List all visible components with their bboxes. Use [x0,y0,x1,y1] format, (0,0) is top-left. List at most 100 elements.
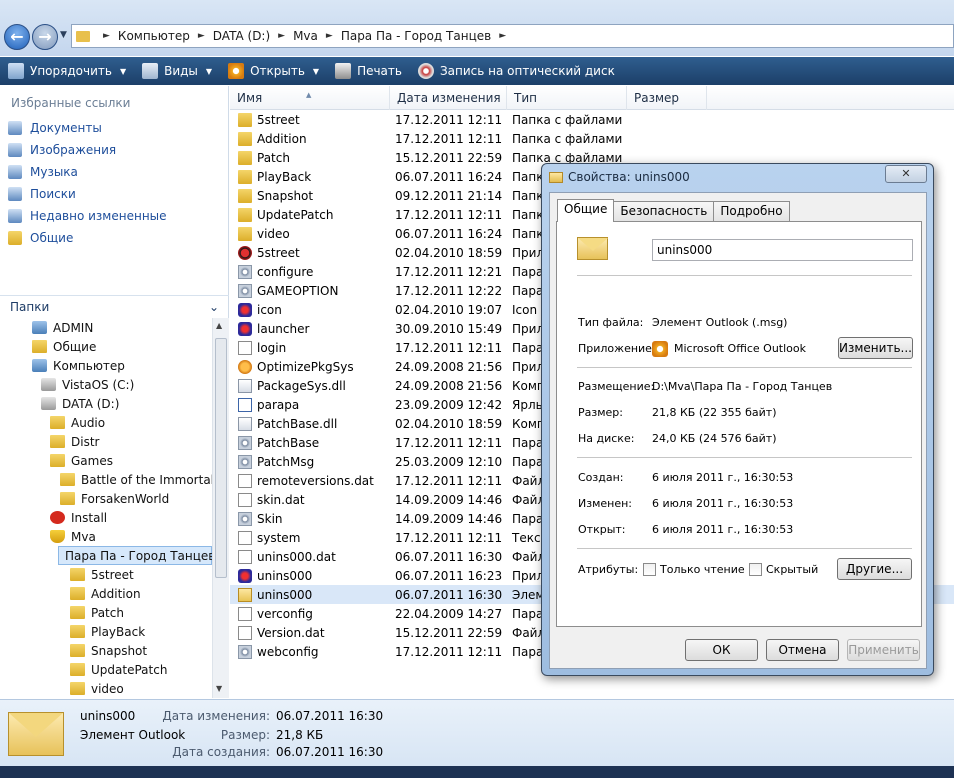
crumb-drive[interactable]: DATA (D:) [210,29,273,43]
crumb-mva[interactable]: Mva [290,29,321,43]
scroll-thumb[interactable] [215,338,227,578]
folder-icon [70,625,85,638]
history-dropdown-icon[interactable]: ▼ [60,30,67,40]
tree-item[interactable]: Install [50,508,107,527]
col-date[interactable]: Дата изменения [390,86,507,110]
hidden-checkbox[interactable] [749,563,762,576]
organize-button[interactable]: Упорядочить ▼ [0,57,134,85]
fav-documents[interactable]: Документы [8,118,102,138]
tree-item[interactable]: Snapshot [70,641,147,660]
file-name: skin.dat [257,492,305,507]
file-name: unins000 [257,568,313,583]
file-name-cell: system [230,530,389,545]
taskbar [0,766,954,778]
fav-pictures[interactable]: Изображения [8,140,116,160]
folder-icon [76,30,90,42]
close-button[interactable]: ✕ [885,165,927,183]
file-row[interactable]: Addition 17.12.2011 12:11 Папка с файлами [230,129,954,148]
file-name: unins000.dat [257,549,336,564]
scroll-up-icon[interactable]: ▲ [216,321,222,330]
cancel-button[interactable]: Отмена [766,639,839,661]
tree-item[interactable]: Mva [50,527,96,546]
tree-scrollbar[interactable]: ▲ ▼ [212,318,229,698]
file-name-cell: unins000.dat [230,549,389,564]
no-entry-icon [50,511,65,524]
file-name-cell: Skin [230,511,389,526]
folder-icon [70,606,85,619]
settings-file-icon [238,283,252,298]
folders-header[interactable]: Папки ⌄ [0,295,229,317]
col-type[interactable]: Тип [507,86,627,110]
tab-security[interactable]: Безопасность [613,201,715,222]
file-date: 14.09.2009 14:46 [395,511,503,526]
file-date: 17.12.2011 12:21 [395,264,503,279]
created-value: 6 июля 2011 г., 16:30:53 [652,471,794,484]
crumb-computer[interactable]: Компьютер [115,29,193,43]
collapse-chevron-icon[interactable]: ⌄ [209,300,219,314]
file-name: launcher [257,321,310,336]
breadcrumb[interactable]: ► Компьютер ► DATA (D:) ► Mva ► Пара Па … [71,24,954,48]
tree-item[interactable]: Battle of the Immortals [60,470,212,489]
scroll-down-icon[interactable]: ▼ [216,684,222,693]
file-date: 30.09.2010 15:49 [395,321,503,336]
file-icon [238,530,252,545]
location-label: Размещение: [578,380,655,393]
tree-item[interactable]: video [70,679,124,698]
open-button[interactable]: Открыть ▼ [220,57,327,85]
fav-music[interactable]: Музыка [8,162,78,182]
col-name[interactable]: ▲ Имя [230,86,390,110]
back-button[interactable]: ← [4,24,30,50]
col-size[interactable]: Размер [627,86,707,110]
readonly-checkbox[interactable] [643,563,656,576]
tree-item[interactable]: Audio [50,413,105,432]
file-name-cell: icon [230,302,389,317]
tree-item-selected[interactable]: Пара Па - Город Танцев [58,546,212,565]
tree-item[interactable]: VistaOS (C:) [41,375,134,394]
fav-searches[interactable]: Поиски [8,184,76,204]
file-date: 23.09.2009 12:42 [395,397,503,412]
settings-file-icon [238,511,252,526]
tree-item[interactable]: 5street [70,565,134,584]
tree-item[interactable]: ForsakenWorld [60,489,169,508]
envelope-icon [549,172,563,183]
file-date: 02.04.2010 18:59 [395,245,503,260]
file-name: login [257,340,287,355]
tab-general[interactable]: Общие [557,199,615,222]
fav-public[interactable]: Общие [8,228,73,248]
tab-details[interactable]: Подробно [713,201,790,222]
tree-item[interactable]: UpdatePatch [70,660,167,679]
tree-item[interactable]: Компьютер [32,356,125,375]
file-date: 17.12.2011 12:11 [395,131,503,146]
tree-item[interactable]: Patch [70,603,124,622]
apply-button[interactable]: Применить [847,639,920,661]
file-date: 24.09.2008 21:56 [395,359,503,374]
app-icon [238,245,252,260]
file-row[interactable]: 5street 17.12.2011 12:11 Папка с файлами [230,110,954,129]
folder-icon [70,587,85,600]
tree-item[interactable]: Distr [50,432,99,451]
tree-item[interactable]: ADMIN [32,318,93,337]
views-button[interactable]: Виды ▼ [134,57,220,85]
change-button[interactable]: Изменить... [838,337,913,359]
filename-field[interactable]: unins000 [652,239,913,261]
print-button[interactable]: Печать [327,57,410,85]
file-name-cell: launcher [230,321,389,336]
burn-button[interactable]: Запись на оптический диск [410,57,623,85]
file-name-cell: parapa [230,397,389,412]
file-date: 02.04.2010 18:59 [395,416,503,431]
tree-item[interactable]: PlayBack [70,622,145,641]
readonly-label: Только чтение [660,563,745,576]
tree-item[interactable]: Games [50,451,113,470]
forward-button[interactable]: → [32,24,58,50]
advanced-button[interactable]: Другие... [837,558,912,580]
tree-item[interactable]: Общие [32,337,96,356]
crumb-current[interactable]: Пара Па - Город Танцев [338,29,494,43]
tree-item[interactable]: DATA (D:) [41,394,119,413]
organize-icon [8,63,24,79]
file-icon [238,340,252,355]
fav-recent[interactable]: Недавно измененные [8,206,167,226]
ok-button[interactable]: ОК [685,639,758,661]
details-name: unins000 [80,709,136,723]
tree-item[interactable]: Addition [70,584,141,603]
settings-file-icon [238,435,252,450]
